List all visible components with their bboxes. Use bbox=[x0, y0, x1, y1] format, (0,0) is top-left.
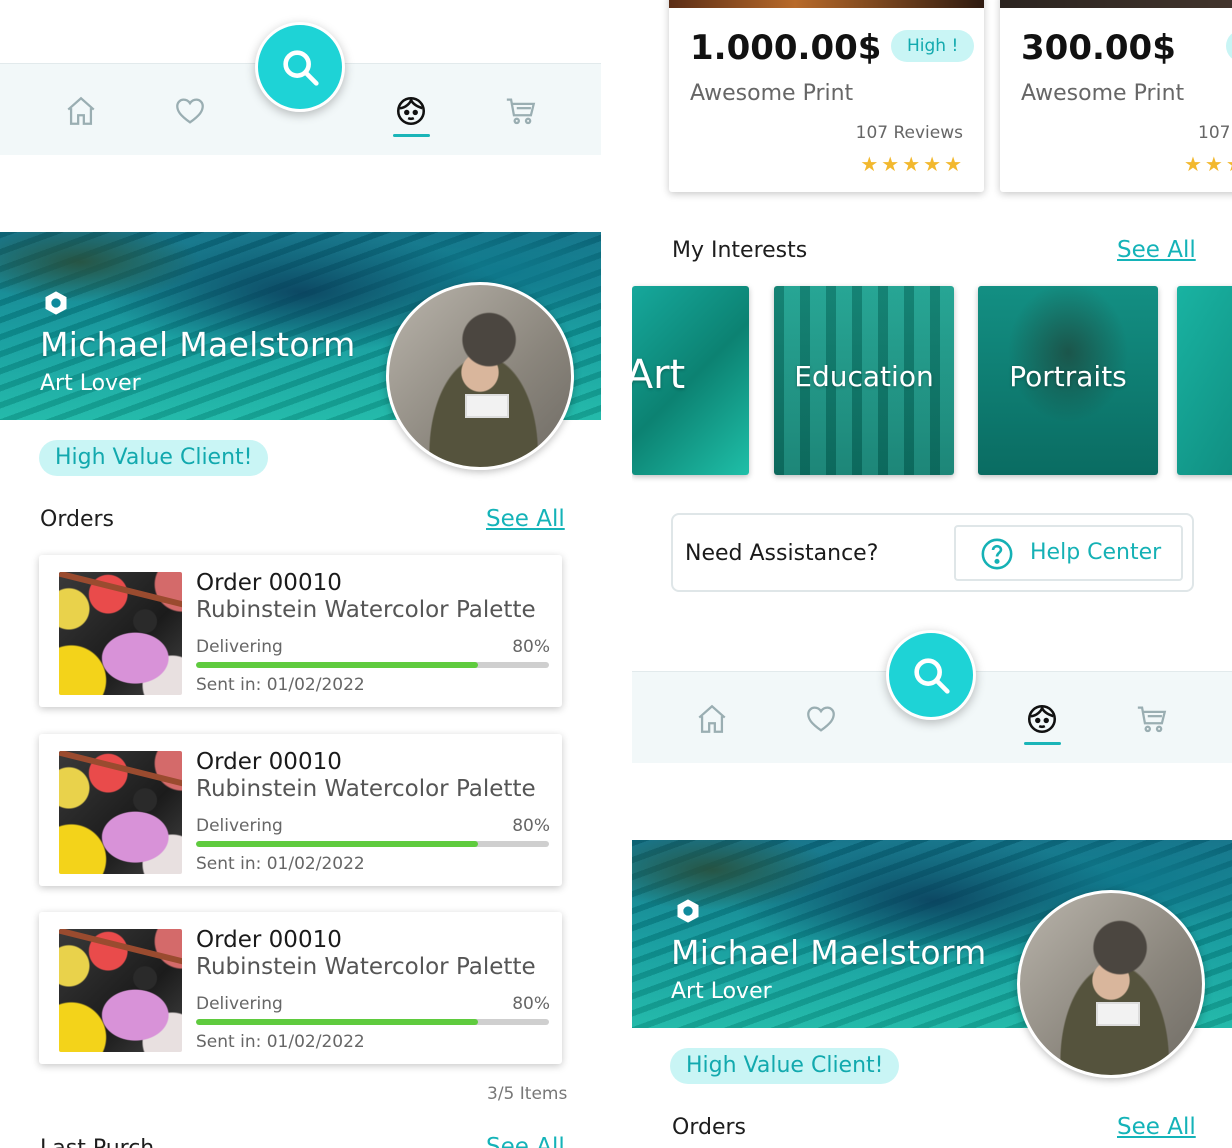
order-status: Delivering bbox=[196, 637, 283, 657]
order-sent-date: Sent in: 01/02/2022 bbox=[196, 675, 365, 695]
home-icon[interactable] bbox=[64, 94, 98, 128]
rating-stars-icon: ★★★★★ bbox=[1184, 152, 1232, 176]
order-title: Order 00010 bbox=[196, 570, 342, 596]
orders-title: Orders bbox=[40, 507, 114, 532]
next-section-see-all-link[interactable]: See All bbox=[486, 1134, 565, 1148]
order-product: Rubinstein Watercolor Palette bbox=[196, 776, 536, 802]
interest-label: Portraits bbox=[1009, 360, 1127, 393]
product-badge: High ! bbox=[891, 30, 975, 62]
product-card[interactable]: 1.000.00$ High ! Awesome Print 107 Revie… bbox=[669, 0, 984, 192]
order-sent-date: Sent in: 01/02/2022 bbox=[196, 1032, 365, 1052]
interest-label: Education bbox=[794, 360, 934, 393]
order-status: Delivering bbox=[196, 816, 283, 836]
interest-card-education[interactable]: Education bbox=[774, 286, 954, 475]
interest-card-more[interactable] bbox=[1177, 286, 1232, 475]
product-card[interactable]: 300.00$ Awesome Print 107 Reviews ★★★★★ bbox=[1000, 0, 1232, 192]
order-card[interactable]: Order 00010 Rubinstein Watercolor Palett… bbox=[39, 734, 562, 886]
rating-stars-icon: ★★★★★ bbox=[860, 152, 965, 176]
profile-name: Michael Maelstorm bbox=[671, 933, 987, 972]
orders-see-all-link[interactable]: See All bbox=[486, 506, 565, 532]
order-progress-label: 80% bbox=[512, 994, 550, 1014]
hexagon-icon bbox=[45, 291, 67, 315]
product-reviews: 107 Reviews bbox=[1198, 123, 1232, 143]
order-card[interactable]: Order 00010 Rubinstein Watercolor Palett… bbox=[39, 912, 562, 1064]
interest-card-portraits[interactable]: Portraits bbox=[978, 286, 1158, 475]
next-section-title: Last Purch bbox=[40, 1136, 154, 1148]
order-progress-bar bbox=[196, 1019, 549, 1025]
heart-icon[interactable] bbox=[173, 94, 207, 128]
orders-title: Orders bbox=[672, 1115, 746, 1140]
order-progress-label: 80% bbox=[512, 816, 550, 836]
order-status: Delivering bbox=[196, 994, 283, 1014]
order-progress-bar bbox=[196, 841, 549, 847]
order-sent-date: Sent in: 01/02/2022 bbox=[196, 854, 365, 874]
left-screen: Michael Maelstorm Art Lover High Value C… bbox=[0, 0, 601, 1148]
assistance-box: Need Assistance? Help Center bbox=[671, 513, 1194, 592]
app-screens: Michael Maelstorm Art Lover High Value C… bbox=[0, 0, 1232, 1148]
product-name: Awesome Print bbox=[1021, 81, 1185, 106]
search-button[interactable] bbox=[886, 630, 976, 720]
palette-thumbnail bbox=[59, 929, 182, 1052]
order-title: Order 00010 bbox=[196, 927, 342, 953]
home-icon[interactable] bbox=[695, 702, 729, 736]
profile-role: Art Lover bbox=[671, 979, 772, 1004]
interest-card-art[interactable]: Art bbox=[632, 286, 749, 475]
order-progress-label: 80% bbox=[512, 637, 550, 657]
product-name: Awesome Print bbox=[690, 81, 854, 106]
right-screen: 1.000.00$ High ! Awesome Print 107 Revie… bbox=[632, 0, 1232, 1148]
question-circle-icon bbox=[981, 538, 1013, 570]
product-price: 1.000.00$ bbox=[690, 28, 882, 68]
interest-label: Art bbox=[632, 352, 686, 398]
high-value-badge: High Value Client! bbox=[39, 440, 269, 476]
hexagon-icon bbox=[677, 899, 699, 923]
product-price: 300.00$ bbox=[1021, 28, 1176, 68]
order-progress-fill bbox=[196, 662, 479, 668]
order-progress-bar bbox=[196, 662, 549, 668]
avatar[interactable] bbox=[1017, 890, 1205, 1078]
orders-see-all-link[interactable]: See All bbox=[1117, 1114, 1196, 1140]
orders-count: 3/5 Items bbox=[487, 1084, 568, 1104]
assistance-question: Need Assistance? bbox=[685, 541, 879, 566]
search-button[interactable] bbox=[255, 22, 345, 112]
active-tab-indicator bbox=[1024, 742, 1061, 745]
search-icon bbox=[914, 658, 950, 694]
product-badge bbox=[1226, 30, 1232, 62]
product-reviews: 107 Reviews bbox=[855, 123, 963, 143]
search-icon bbox=[283, 50, 319, 86]
profile-role: Art Lover bbox=[40, 371, 141, 396]
palette-thumbnail bbox=[59, 572, 182, 695]
help-center-label: Help Center bbox=[1030, 540, 1162, 565]
interests-see-all-link[interactable]: See All bbox=[1117, 237, 1196, 263]
avatar[interactable] bbox=[386, 282, 574, 470]
palette-thumbnail bbox=[59, 751, 182, 874]
profile-name: Michael Maelstorm bbox=[40, 325, 356, 364]
heart-icon[interactable] bbox=[804, 702, 838, 736]
high-value-badge: High Value Client! bbox=[670, 1048, 900, 1084]
order-progress-fill bbox=[196, 1019, 479, 1025]
order-title: Order 00010 bbox=[196, 749, 342, 775]
profile-icon[interactable] bbox=[1025, 702, 1059, 736]
cart-icon[interactable] bbox=[504, 94, 538, 128]
cart-icon[interactable] bbox=[1135, 702, 1169, 736]
order-card[interactable]: Order 00010 Rubinstein Watercolor Palett… bbox=[39, 555, 562, 707]
interests-title: My Interests bbox=[672, 238, 808, 263]
product-image bbox=[1000, 0, 1232, 8]
product-image bbox=[669, 0, 984, 8]
active-tab-indicator bbox=[393, 134, 430, 137]
order-product: Rubinstein Watercolor Palette bbox=[196, 597, 536, 623]
profile-icon[interactable] bbox=[394, 94, 428, 128]
order-product: Rubinstein Watercolor Palette bbox=[196, 954, 536, 980]
help-center-button[interactable]: Help Center bbox=[954, 525, 1183, 581]
order-progress-fill bbox=[196, 841, 479, 847]
